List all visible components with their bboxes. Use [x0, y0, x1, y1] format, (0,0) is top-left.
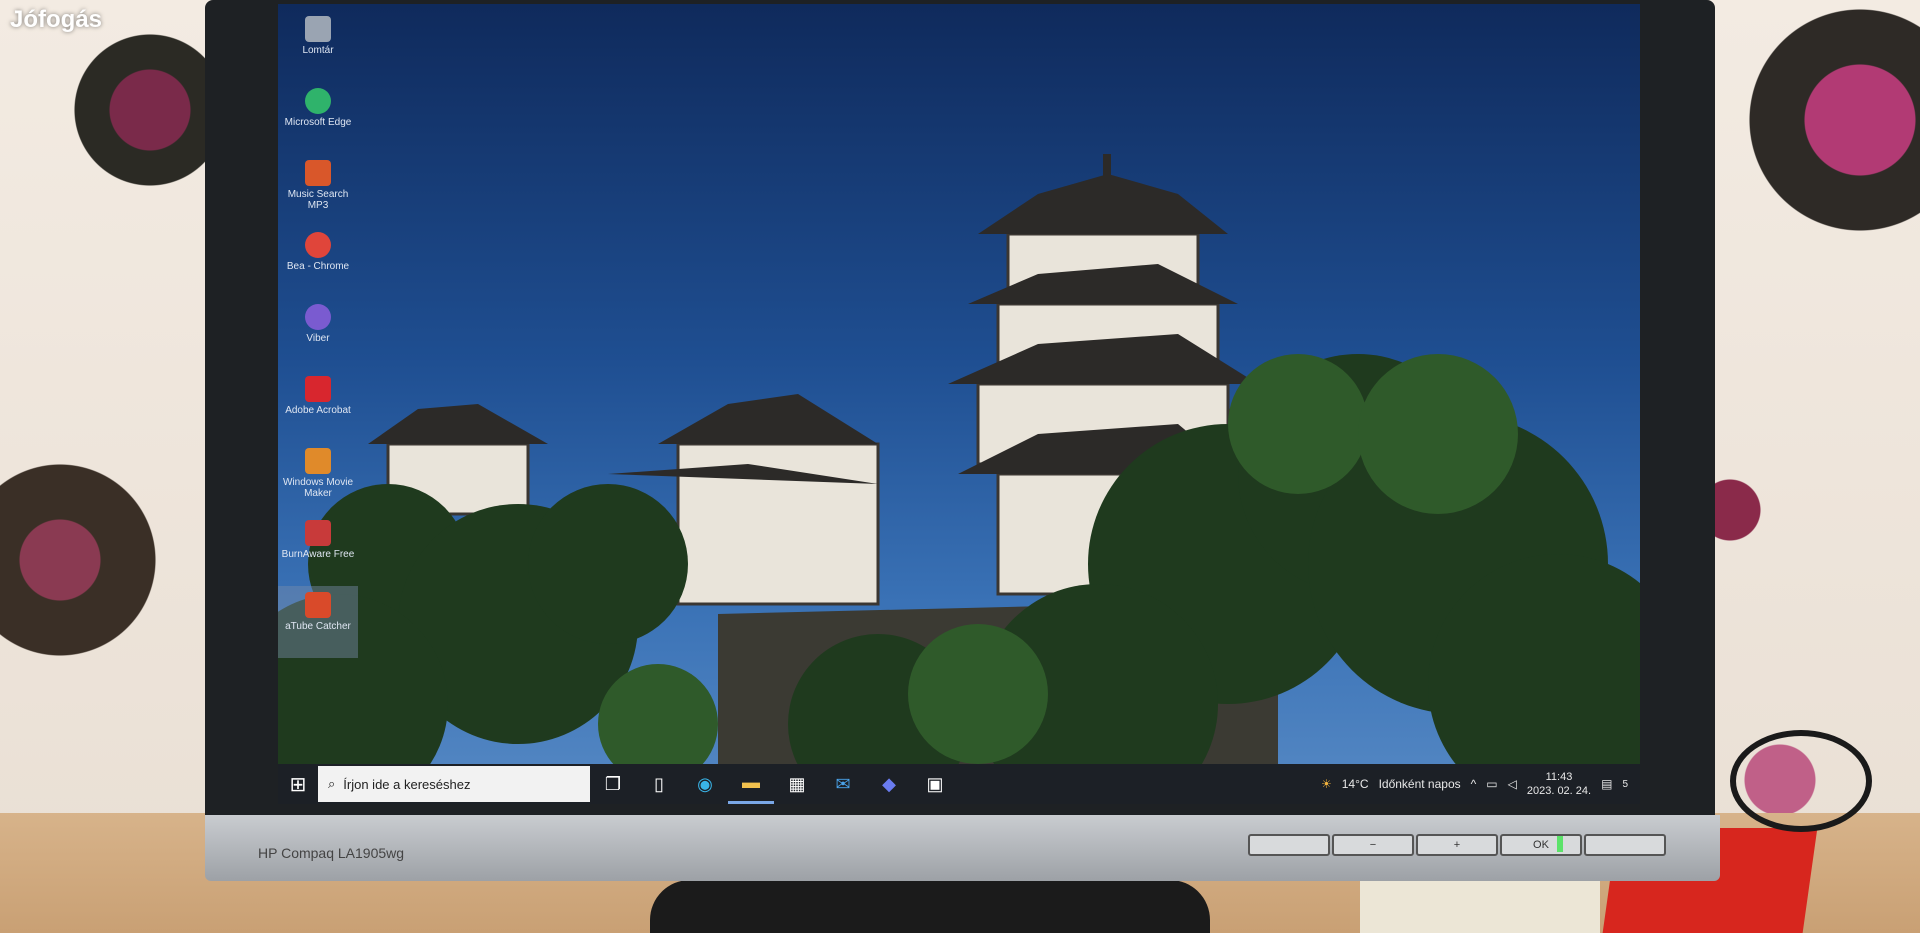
- notification-icon[interactable]: ▤: [1601, 777, 1612, 791]
- desktop-icon-label: Windows Movie Maker: [282, 477, 354, 499]
- desktop-icon-recycle-bin[interactable]: Lomtár: [278, 10, 358, 82]
- archive-icon: ▣: [926, 773, 944, 794]
- monitor-brand: HP Compaq LA1905wg: [258, 845, 405, 861]
- desktop-icon-movie-maker[interactable]: Windows Movie Maker: [278, 442, 358, 514]
- taskbar-explorer-button[interactable]: ▬: [728, 764, 774, 804]
- clock-date: 2023. 02. 24.: [1526, 785, 1592, 797]
- monitor-plus-button[interactable]: +: [1416, 834, 1498, 856]
- desktop-icon-label: Adobe Acrobat: [285, 405, 351, 416]
- castle-wallpaper: [278, 154, 1640, 804]
- desktop-icon-label: Lomtár: [302, 45, 334, 56]
- recycle-bin-icon: [305, 16, 331, 42]
- chevron-up-icon[interactable]: ^: [1471, 777, 1477, 791]
- weather-temp[interactable]: 14°C: [1342, 777, 1369, 791]
- taskbar-edge-button[interactable]: ◉: [682, 764, 728, 804]
- file-icon: ▯: [654, 773, 664, 794]
- desktop-icon-label: Microsoft Edge: [284, 117, 352, 128]
- mail-icon: ✉: [835, 773, 851, 794]
- notification-count: 5: [1622, 778, 1628, 790]
- taskbar-file-button[interactable]: ▯: [636, 764, 682, 804]
- monitor-buttons: − + OK: [1248, 834, 1666, 856]
- power-led: [1557, 836, 1563, 852]
- desktop-icon-label: Viber: [306, 333, 330, 344]
- monitor-power-button[interactable]: [1584, 834, 1666, 856]
- burnaware-icon: [305, 520, 331, 546]
- desktop-icon-music-search[interactable]: Music Search MP3: [278, 154, 358, 226]
- desktop-icon-label: BurnAware Free: [281, 549, 355, 560]
- monitor-input-button[interactable]: [1248, 834, 1330, 856]
- taskbar-mail-button[interactable]: ✉: [820, 764, 866, 804]
- app-icon: ◆: [882, 773, 896, 794]
- chrome-icon: [305, 232, 331, 258]
- acrobat-icon: [305, 376, 331, 402]
- music-search-icon: [305, 160, 331, 186]
- desktop-screen: Lomtár Microsoft Edge Music Search MP3 B…: [278, 4, 1640, 804]
- monitor-ok-button[interactable]: OK: [1500, 834, 1582, 856]
- desktop-icon-edge[interactable]: Microsoft Edge: [278, 82, 358, 154]
- task-view-icon: ❐: [604, 773, 622, 794]
- desktop-icon-atube-catcher[interactable]: aTube Catcher: [278, 586, 358, 658]
- search-placeholder: Írjon ide a kereséshez: [343, 776, 471, 792]
- watermark: Jófogás: [10, 6, 103, 33]
- power-cable: [1730, 730, 1872, 832]
- desktop-icon-burnaware[interactable]: BurnAware Free: [278, 514, 358, 586]
- movie-maker-icon: [305, 448, 331, 474]
- desktop-icon-label: Music Search MP3: [287, 189, 349, 211]
- windows-logo-icon: ⊞: [289, 773, 307, 796]
- edge-icon: [305, 88, 331, 114]
- store-icon: ▦: [788, 773, 806, 794]
- desktop-icon-acrobat[interactable]: Adobe Acrobat: [278, 370, 358, 442]
- taskbar-search[interactable]: ⌕ Írjon ide a kereséshez: [318, 766, 590, 802]
- desktop-icons: Lomtár Microsoft Edge Music Search MP3 B…: [278, 10, 368, 658]
- desktop-icon-chrome[interactable]: Bea - Chrome: [278, 226, 358, 298]
- weather-icon: ☀: [1320, 777, 1332, 791]
- monitor-minus-button[interactable]: −: [1332, 834, 1414, 856]
- weather-text[interactable]: Időnként napos: [1379, 777, 1461, 791]
- taskbar-app-button[interactable]: ◆: [866, 764, 912, 804]
- clock-time: 11:43: [1545, 771, 1573, 783]
- search-icon: ⌕: [328, 776, 336, 791]
- folder-icon: ▬: [742, 772, 760, 792]
- start-button[interactable]: ⊞: [278, 764, 318, 804]
- task-view-button[interactable]: ❐: [590, 764, 636, 804]
- system-tray: ☀ 14°C Időnként napos ^ ▭ ◁ 11:43 2023. …: [1321, 770, 1640, 798]
- desktop-icon-viber[interactable]: Viber: [278, 298, 358, 370]
- taskbar: ⊞ ⌕ Írjon ide a kereséshez ❐ ▯ ◉ ▬ ▦ ✉ ◆…: [278, 764, 1640, 804]
- volume-icon[interactable]: ◁: [1508, 777, 1517, 791]
- taskbar-store-button[interactable]: ▦: [774, 764, 820, 804]
- desktop-icon-label: Bea - Chrome: [286, 261, 350, 272]
- desktop-icon-label: aTube Catcher: [285, 621, 351, 632]
- taskbar-winzip-button[interactable]: ▣: [912, 764, 958, 804]
- network-icon[interactable]: ▭: [1486, 777, 1497, 791]
- monitor-stand: [650, 880, 1210, 933]
- edge-icon: ◉: [697, 773, 713, 794]
- clock[interactable]: 11:43 2023. 02. 24.: [1527, 770, 1591, 798]
- atube-catcher-icon: [305, 592, 331, 618]
- viber-icon: [305, 304, 331, 330]
